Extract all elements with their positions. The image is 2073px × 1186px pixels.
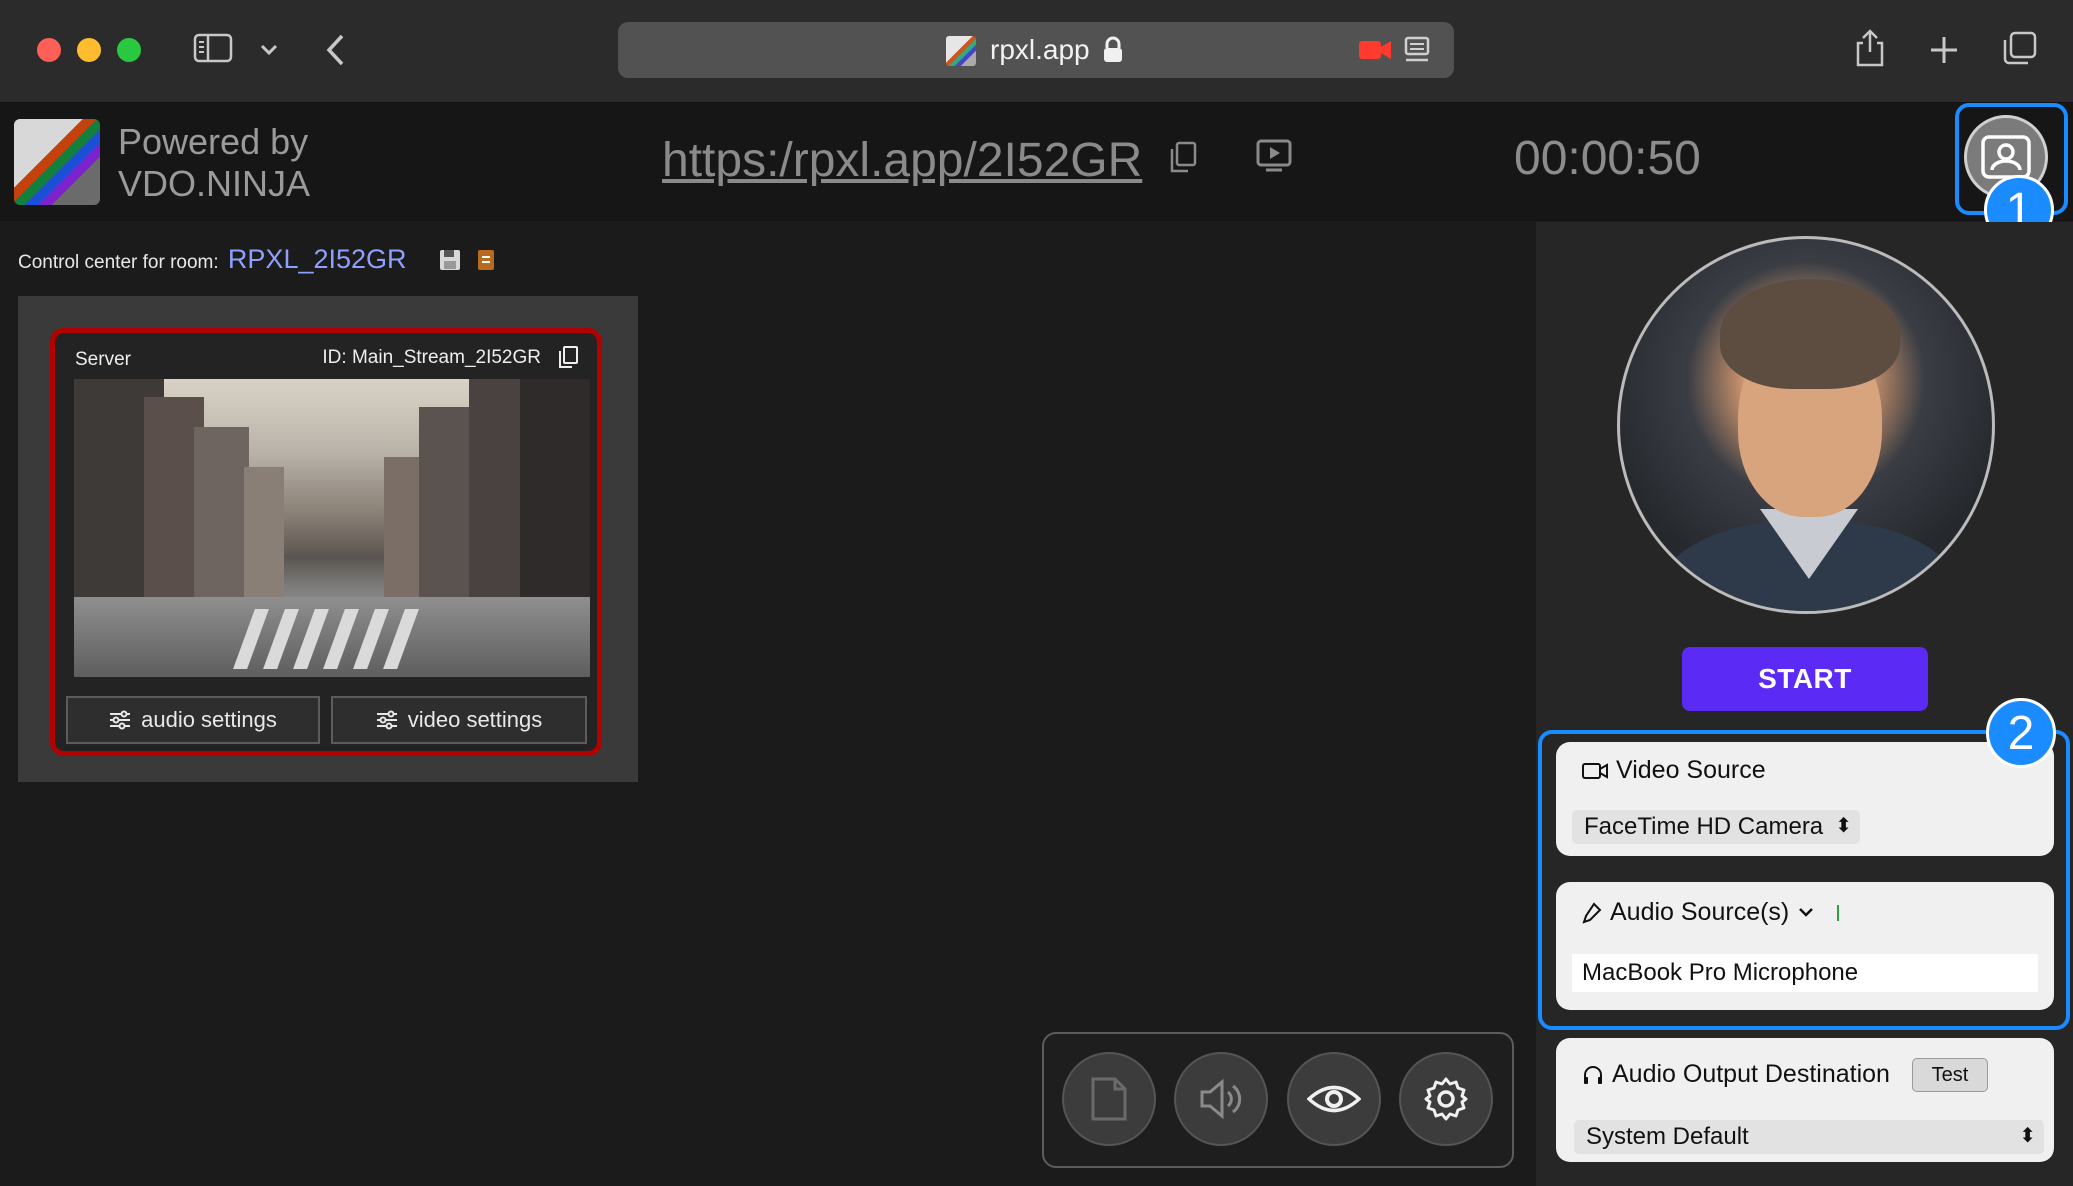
server-video-preview[interactable] bbox=[74, 379, 590, 677]
speaker-icon bbox=[1200, 1078, 1242, 1120]
powered-by-line1: Powered by bbox=[118, 121, 309, 162]
audio-output-title-row: Audio Output Destination bbox=[1582, 1060, 1890, 1089]
file-icon bbox=[1091, 1077, 1127, 1121]
room-name: RPXL_2I52GR bbox=[227, 244, 407, 274]
settings-button[interactable] bbox=[1399, 1052, 1493, 1146]
chevron-down-icon bbox=[260, 44, 278, 56]
headphones-icon bbox=[1584, 1065, 1602, 1084]
bottom-control-bar bbox=[1042, 1032, 1514, 1168]
share-icon bbox=[1856, 29, 1884, 67]
test-audio-button[interactable]: Test bbox=[1912, 1058, 1988, 1092]
control-center-label: Control center for room: bbox=[18, 252, 219, 273]
notes-icon[interactable] bbox=[476, 248, 496, 277]
eye-icon bbox=[1307, 1085, 1361, 1113]
chevron-down-icon[interactable] bbox=[1797, 906, 1815, 920]
speaker-button[interactable] bbox=[1174, 1052, 1268, 1146]
sidebar-menu-button[interactable] bbox=[254, 36, 284, 64]
camera-preview-avatar bbox=[1617, 236, 1995, 614]
file-button[interactable] bbox=[1062, 1052, 1156, 1146]
tabs-overview-button[interactable] bbox=[2000, 28, 2040, 68]
back-button[interactable] bbox=[318, 30, 354, 70]
audio-source-card: Audio Source(s) MacBook Pro Microphone bbox=[1556, 882, 2054, 1010]
app-header: Powered by VDO.NINJA https:/rpxl.app/2I5… bbox=[0, 103, 2073, 221]
pixel-logo bbox=[14, 119, 100, 205]
lock-icon bbox=[1102, 36, 1124, 69]
audio-source-option[interactable]: MacBook Pro Microphone bbox=[1572, 954, 2038, 992]
minimize-window-button[interactable] bbox=[77, 38, 101, 62]
address-bar[interactable]: rpxl.app bbox=[618, 22, 1454, 78]
audio-settings-label: audio settings bbox=[141, 707, 277, 732]
server-stream-card: Server ID: Main_Stream_2I52GR audio sett… bbox=[50, 328, 602, 756]
powered-by-text: Powered by VDO.NINJA bbox=[118, 121, 310, 205]
audio-source-title-row: Audio Source(s) bbox=[1582, 898, 1840, 927]
audio-output-card: Audio Output Destination Test System Def… bbox=[1556, 1038, 2054, 1162]
powered-by-line2: VDO.NINJA bbox=[118, 163, 311, 204]
new-tab-button[interactable] bbox=[1926, 30, 1962, 70]
browser-toolbar: rpxl.app bbox=[0, 0, 2073, 103]
copy-icon[interactable] bbox=[1168, 141, 1198, 180]
audio-level-meter bbox=[1837, 904, 1840, 921]
audio-source-value: MacBook Pro Microphone bbox=[1582, 959, 1859, 986]
audio-output-title: Audio Output Destination bbox=[1612, 1060, 1890, 1088]
screen-share-icon[interactable] bbox=[1256, 139, 1292, 178]
session-timer: 00:00:50 bbox=[1514, 132, 1701, 185]
visibility-button[interactable] bbox=[1287, 1052, 1381, 1146]
callout-2-badge: 2 bbox=[1986, 698, 2056, 768]
video-source-value: FaceTime HD Camera bbox=[1584, 813, 1824, 840]
sliders-icon bbox=[110, 710, 131, 730]
server-label: Server bbox=[75, 349, 131, 370]
audio-settings-button[interactable]: audio settings bbox=[66, 696, 320, 744]
video-settings-button[interactable]: video settings bbox=[331, 696, 587, 744]
maximize-window-button[interactable] bbox=[117, 38, 141, 62]
audio-source-title: Audio Source(s) bbox=[1610, 898, 1790, 926]
sliders-icon bbox=[376, 710, 397, 730]
video-source-title-row: Video Source bbox=[1582, 756, 1766, 785]
video-source-title: Video Source bbox=[1616, 756, 1766, 784]
start-button[interactable]: START bbox=[1682, 647, 1928, 711]
new-tab-icon bbox=[1931, 37, 1957, 63]
copy-icon[interactable] bbox=[557, 345, 579, 374]
video-source-card: Video Source FaceTime HD Camera ⬍ bbox=[1556, 742, 2054, 856]
room-share-link[interactable]: https:/rpxl.app/2I52GR bbox=[662, 133, 1142, 188]
share-button[interactable] bbox=[1852, 26, 1888, 70]
sidebar-icon bbox=[193, 33, 233, 63]
back-icon bbox=[326, 34, 344, 66]
select-arrows-icon: ⬍ bbox=[2019, 1125, 2036, 1147]
select-arrows-icon: ⬍ bbox=[1835, 815, 1852, 837]
video-settings-label: video settings bbox=[407, 707, 543, 732]
video-camera-icon bbox=[1582, 762, 1608, 779]
save-icon[interactable] bbox=[438, 248, 462, 277]
audio-output-select[interactable]: System Default ⬍ bbox=[1574, 1120, 2044, 1154]
address-url: rpxl.app bbox=[990, 34, 1090, 65]
site-favicon bbox=[946, 36, 976, 66]
stream-id: ID: Main_Stream_2I52GR bbox=[322, 347, 541, 368]
tabs-overview-icon bbox=[2003, 31, 2037, 65]
close-window-button[interactable] bbox=[37, 38, 61, 62]
street bbox=[74, 597, 590, 677]
camera-recording-icon[interactable] bbox=[1358, 38, 1392, 67]
control-center-line: Control center for room: RPXL_2I52GR bbox=[18, 244, 407, 275]
microphone-icon bbox=[1582, 901, 1602, 924]
video-source-select[interactable]: FaceTime HD Camera ⬍ bbox=[1572, 810, 1860, 844]
audio-output-value: System Default bbox=[1586, 1123, 1749, 1150]
gear-icon bbox=[1424, 1077, 1468, 1121]
sidebar-toggle-button[interactable] bbox=[192, 30, 234, 66]
reader-icon[interactable] bbox=[1404, 36, 1430, 69]
